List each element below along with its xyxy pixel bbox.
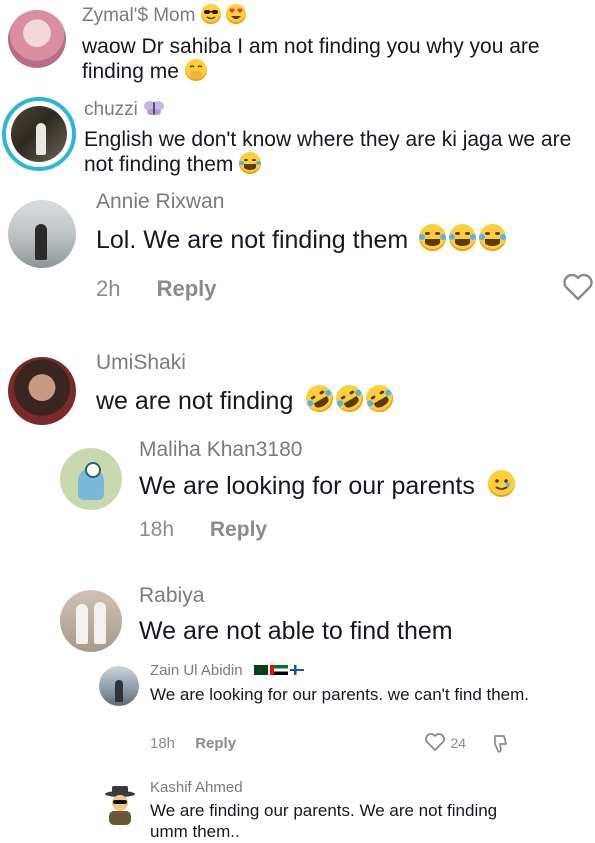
rolling-laughing-emoji-icon bbox=[301, 380, 339, 417]
avatar-figure bbox=[115, 680, 123, 702]
comment-chuzzi: chuzzi English we don't know where they … bbox=[0, 95, 595, 190]
comment-zain-ul-abidin: Zain Ul Abidin We are looking for our pa… bbox=[0, 660, 595, 760]
comment-text: Lol. We are not finding them bbox=[96, 224, 591, 255]
avatar-eye bbox=[85, 462, 101, 478]
dislike-icon[interactable] bbox=[489, 733, 509, 755]
rolling-laughing-emoji-icon bbox=[331, 380, 369, 417]
heart-icon[interactable] bbox=[562, 272, 594, 302]
comment-text: We are not able to find them bbox=[139, 617, 453, 645]
comment-kashif-ahmed: Kashif Ahmed We are finding our parents.… bbox=[0, 775, 595, 842]
comment-author[interactable]: Zain Ul Abidin bbox=[150, 662, 304, 679]
comment-umishaki: UmiShaki we are not finding bbox=[0, 345, 595, 430]
avatar-figure bbox=[36, 123, 46, 155]
heart-eyes-emoji-icon bbox=[225, 4, 246, 24]
comment-text: English we don't know where they are ki … bbox=[84, 128, 572, 177]
comment-time: 2h bbox=[96, 276, 121, 301]
comment-rabiya: Rabiya We are not able to find them bbox=[0, 580, 595, 655]
avatar[interactable] bbox=[103, 785, 137, 825]
avatar[interactable] bbox=[60, 448, 122, 510]
avatar[interactable] bbox=[8, 200, 76, 268]
comment-meta: 18h Reply bbox=[139, 518, 267, 542]
reply-button[interactable]: Reply bbox=[157, 276, 217, 301]
rolling-laughing-emoji-icon bbox=[361, 380, 399, 417]
avatar-figure bbox=[76, 604, 88, 644]
heart-icon bbox=[424, 732, 446, 752]
flag-pakistan-icon bbox=[249, 665, 268, 675]
butterfly-icon bbox=[143, 99, 165, 117]
comment-annie-rixwan: Annie Rixwan Lol. We are not finding the… bbox=[0, 188, 595, 338]
comment-text: we are not finding bbox=[96, 380, 591, 417]
avatar[interactable] bbox=[99, 666, 139, 706]
tears-of-joy-emoji-icon bbox=[449, 224, 477, 251]
comment-text: We are finding our parents. We are not f… bbox=[150, 801, 498, 842]
avatar[interactable] bbox=[60, 590, 122, 652]
comment-author[interactable]: Annie Rixwan bbox=[96, 190, 224, 214]
reply-button[interactable]: Reply bbox=[210, 518, 267, 541]
tears-of-joy-emoji-icon bbox=[239, 152, 262, 175]
comment-author[interactable]: Rabiya bbox=[139, 584, 204, 608]
like-button[interactable]: 24 bbox=[424, 732, 466, 754]
like-count: 24 bbox=[450, 735, 467, 751]
comment-text: We are looking for our parents. we can't… bbox=[150, 685, 530, 704]
smiling-tear-emoji-icon bbox=[487, 470, 515, 497]
comment-time: 18h bbox=[150, 735, 176, 752]
comment-meta: 18h Reply bbox=[150, 735, 236, 752]
avatar[interactable] bbox=[8, 357, 76, 425]
comment-maliha-khan: Maliha Khan3180 We are looking for our p… bbox=[0, 432, 595, 562]
avatar[interactable] bbox=[2, 97, 76, 171]
comment-meta: 2h Reply bbox=[96, 276, 217, 302]
avatar-figure bbox=[35, 224, 47, 260]
avatar[interactable] bbox=[8, 10, 66, 68]
tears-of-joy-emoji-icon bbox=[479, 224, 507, 251]
comment-author[interactable]: Kashif Ahmed bbox=[150, 779, 243, 796]
comment-author[interactable]: Zymal'$ Mom bbox=[82, 4, 246, 27]
sunglasses-emoji-icon bbox=[200, 4, 221, 24]
comment-author[interactable]: chuzzi bbox=[84, 99, 165, 121]
reply-button[interactable]: Reply bbox=[195, 735, 236, 752]
avatar-figure bbox=[94, 602, 106, 644]
flag-finland-icon bbox=[289, 665, 304, 675]
comment-author[interactable]: UmiShaki bbox=[96, 351, 186, 375]
comment-time: 18h bbox=[139, 518, 175, 541]
comment-author[interactable]: Maliha Khan3180 bbox=[139, 438, 302, 462]
comment-text: We are looking for our parents bbox=[139, 470, 594, 501]
comment-zymals-mom: Zymal'$ Mom waow Dr sahiba I am not find… bbox=[0, 0, 595, 95]
hand-over-mouth-emoji-icon bbox=[184, 59, 207, 82]
flag-uae-icon bbox=[269, 665, 288, 675]
comment-text: waow Dr sahiba I am not finding you why … bbox=[82, 35, 540, 84]
tears-of-joy-emoji-icon bbox=[419, 224, 447, 251]
